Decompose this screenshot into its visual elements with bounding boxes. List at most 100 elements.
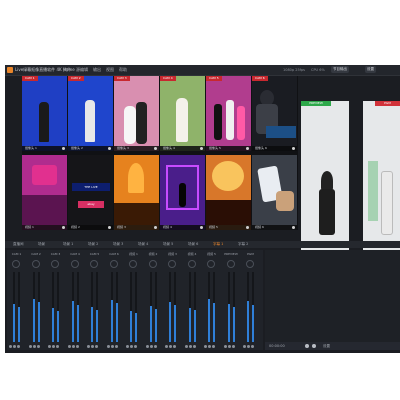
play-icon[interactable] [305, 344, 309, 348]
headphone-icon[interactable] [212, 345, 215, 348]
level-meter[interactable] [174, 272, 176, 342]
source-cell-cam6[interactable]: CAM 6 摄像头 6 [252, 76, 297, 151]
level-meter[interactable] [135, 272, 137, 342]
mute-icon[interactable] [204, 345, 207, 348]
gain-knob-icon[interactable] [70, 260, 79, 268]
headphone-icon[interactable] [231, 345, 235, 348]
headphone-icon[interactable] [95, 345, 98, 348]
level-meter[interactable] [110, 272, 113, 342]
level-meter[interactable] [227, 272, 230, 342]
settings-icon[interactable] [200, 147, 203, 150]
source-cell-video6[interactable]: 视频 6 [252, 155, 297, 230]
headphone-icon[interactable] [75, 345, 79, 348]
mute-icon[interactable] [165, 345, 168, 348]
level-meter[interactable] [13, 272, 15, 342]
source-cell-video5[interactable]: 视频 5 [206, 155, 251, 230]
headphone-icon[interactable] [36, 345, 40, 348]
stop-icon[interactable] [312, 344, 316, 348]
scene-tab[interactable]: 直播间 [13, 241, 24, 248]
solo-icon[interactable] [130, 345, 133, 348]
gain-knob-icon[interactable] [207, 260, 215, 268]
scene-tab[interactable]: 字幕 2 [238, 241, 248, 248]
level-meter[interactable] [130, 272, 132, 342]
level-meter[interactable] [52, 272, 54, 342]
level-meter[interactable] [96, 272, 98, 342]
settings-icon[interactable] [62, 147, 65, 150]
headphone-icon[interactable] [56, 345, 59, 348]
level-meter[interactable] [18, 272, 20, 342]
scene-tab[interactable]: 场景 6 [188, 241, 198, 248]
solo-icon[interactable] [247, 345, 250, 348]
headphone-icon[interactable] [17, 345, 20, 348]
settings-icon[interactable] [108, 147, 111, 150]
level-meter[interactable] [213, 272, 215, 342]
settings-icon[interactable] [292, 147, 295, 150]
gain-knob-icon[interactable] [31, 260, 40, 268]
source-cell-video4[interactable]: 视频 4 [160, 155, 205, 230]
level-meter[interactable] [232, 272, 235, 342]
mute-icon[interactable] [48, 345, 51, 348]
level-meter[interactable] [169, 272, 171, 342]
gain-knob-icon[interactable] [109, 260, 118, 268]
scene-tab[interactable]: 场景 2 [88, 241, 98, 248]
menu-file[interactable]: 文件 [63, 66, 71, 74]
headphone-icon[interactable] [192, 345, 196, 348]
mute-icon[interactable] [145, 345, 149, 348]
settings-icon[interactable] [108, 226, 111, 229]
source-cell-video3[interactable]: 视频 3 [114, 155, 159, 230]
level-meter[interactable] [154, 272, 157, 342]
settings-icon[interactable] [200, 226, 203, 229]
mute-icon[interactable] [9, 345, 12, 348]
gain-knob-icon[interactable] [12, 260, 20, 268]
mute-icon[interactable] [126, 345, 129, 348]
scene-tab[interactable]: 场景 5 [163, 241, 173, 248]
mute-icon[interactable] [243, 345, 246, 348]
settings-icon[interactable] [154, 147, 157, 150]
solo-icon[interactable] [52, 345, 55, 348]
settings-icon[interactable] [154, 226, 157, 229]
source-cell-cam4[interactable]: CAM 4 摄像头 4 [160, 76, 205, 151]
mute-icon[interactable] [106, 345, 110, 348]
level-meter[interactable] [37, 272, 40, 342]
source-cell-video2[interactable]: THE LIVE ebay 视频 2 [68, 155, 113, 230]
source-cell-cam2[interactable]: CAM 2 摄像头 2 [68, 76, 113, 151]
gain-knob-icon[interactable] [129, 260, 137, 268]
solo-icon[interactable] [169, 345, 172, 348]
solo-icon[interactable] [71, 345, 75, 348]
level-meter[interactable] [32, 272, 35, 342]
mute-icon[interactable] [28, 345, 32, 348]
level-meter[interactable] [252, 272, 254, 342]
source-cell-video1[interactable]: 视频 1 [22, 155, 67, 230]
level-meter[interactable] [149, 272, 152, 342]
level-meter[interactable] [188, 272, 191, 342]
scene-tab[interactable]: 场景 4 [138, 241, 148, 248]
solo-icon[interactable] [208, 345, 211, 348]
source-cell-cam5[interactable]: CAM 5 摄像头 5 [206, 76, 251, 151]
panel-settings-link[interactable]: 设置 [323, 342, 330, 350]
level-meter[interactable] [91, 272, 93, 342]
level-meter[interactable] [193, 272, 196, 342]
mute-icon[interactable] [67, 345, 71, 348]
gain-knob-icon[interactable] [246, 260, 254, 268]
gain-knob-icon[interactable] [187, 260, 196, 268]
settings-icon[interactable] [62, 226, 65, 229]
settings-icon[interactable] [292, 226, 295, 229]
headphone-icon[interactable] [134, 345, 137, 348]
source-cell-cam3[interactable]: CAM 3 摄像头 3 [114, 76, 159, 151]
gain-knob-icon[interactable] [226, 260, 235, 268]
level-meter[interactable] [115, 272, 118, 342]
menu-view[interactable]: 视图 [106, 66, 114, 74]
headphone-icon[interactable] [153, 345, 157, 348]
scene-tab[interactable]: 字幕 1 [213, 241, 223, 248]
solo-icon[interactable] [91, 345, 94, 348]
level-meter[interactable] [247, 272, 249, 342]
scene-tab[interactable]: 场景 [38, 241, 45, 248]
scene-tab[interactable]: 场景 3 [113, 241, 123, 248]
gain-knob-icon[interactable] [90, 260, 98, 268]
settings-button[interactable]: 设置 [365, 66, 376, 73]
solo-icon[interactable] [32, 345, 36, 348]
gain-knob-icon[interactable] [51, 260, 59, 268]
mute-icon[interactable] [223, 345, 227, 348]
mute-icon[interactable] [87, 345, 90, 348]
solo-icon[interactable] [110, 345, 114, 348]
